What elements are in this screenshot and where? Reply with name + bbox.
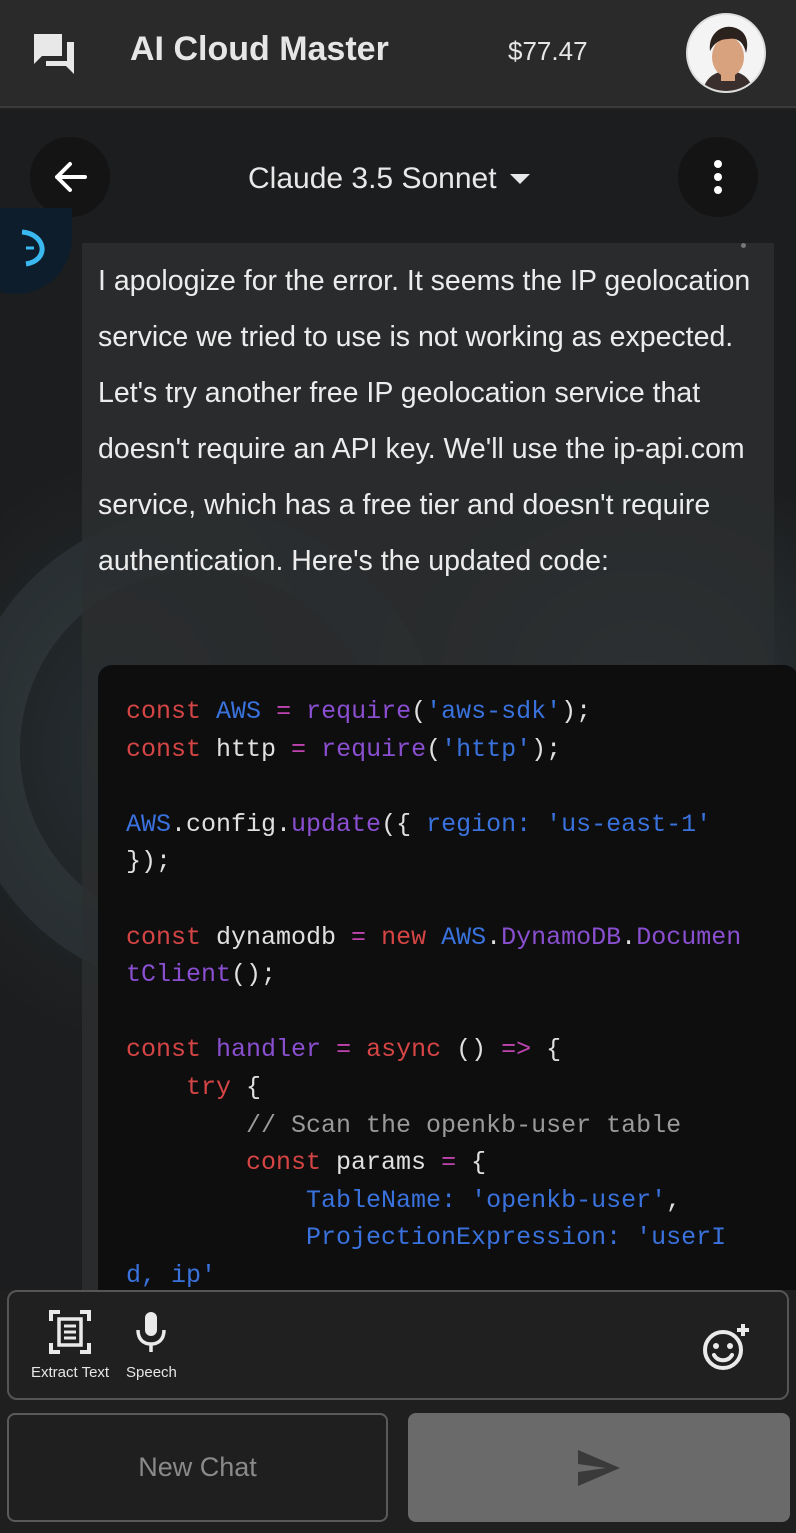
code-block[interactable]: const AWS = require('aws-sdk'); const ht… [98,665,796,1290]
code-line: }); [126,847,172,877]
forum-icon[interactable] [30,30,78,76]
more-options-button[interactable] [678,137,758,217]
model-bar: Claude 3.5 Sonnet [0,110,796,244]
caret-down-icon [509,174,530,184]
bubble-indicator [741,243,746,248]
assistant-logo [21,229,45,267]
arrow-left-icon [55,162,87,192]
code-content: const AWS = require('aws-sdk'); const ht… [126,693,741,1290]
model-name: Claude 3.5 Sonnet [248,162,497,195]
new-chat-button[interactable]: New Chat [7,1413,388,1522]
code-line: const AWS = require('aws-sdk'); [126,697,592,726]
code-line: ProjectionExpression: 'userI [306,1223,727,1253]
assistant-avatar [0,208,72,294]
add-emoji-icon[interactable] [701,1322,751,1372]
message-text: I apologize for the error. It seems the … [98,265,751,577]
extract-text-button[interactable]: Extract Text [31,1310,109,1381]
code-line: d, ip' [126,1260,217,1290]
more-vertical-icon [714,160,722,194]
code-line: const params = { [246,1148,487,1178]
extract-text-label: Extract Text [31,1364,110,1381]
code-line: const dynamodb = new AWS.DynamoDB.Docume… [126,922,742,952]
speech-label: Speech [126,1364,177,1381]
code-line: TableName: 'openkb-user', [306,1185,682,1215]
code-line: tClient(); [126,960,277,990]
microphone-icon [136,1312,167,1352]
app-title: AI Cloud Master [130,30,389,68]
code-line: AWS.config.update({ region: 'us-east-1' [126,809,712,839]
speech-button[interactable]: Speech [126,1310,177,1381]
app-header: AI Cloud Master $77.47 [0,0,796,108]
balance-amount[interactable]: $77.47 [508,36,588,67]
back-button[interactable] [30,137,110,217]
code-line: // Scan the openkb-user table [126,1110,682,1140]
document-scan-icon [49,1310,92,1354]
input-toolbar: Extract Text Speech [7,1290,789,1400]
code-line: const handler = async () => { [126,1035,562,1065]
send-button[interactable] [408,1413,790,1522]
send-icon [578,1449,620,1486]
user-avatar[interactable] [686,13,766,93]
chat-area[interactable]: Claude 3.5 Sonnet I apologize for the er… [0,110,796,1290]
code-line: try { [186,1072,262,1102]
model-selector[interactable]: Claude 3.5 Sonnet [248,162,531,196]
avatar-image [688,15,764,91]
code-line: const http = require('http'); [126,734,562,764]
